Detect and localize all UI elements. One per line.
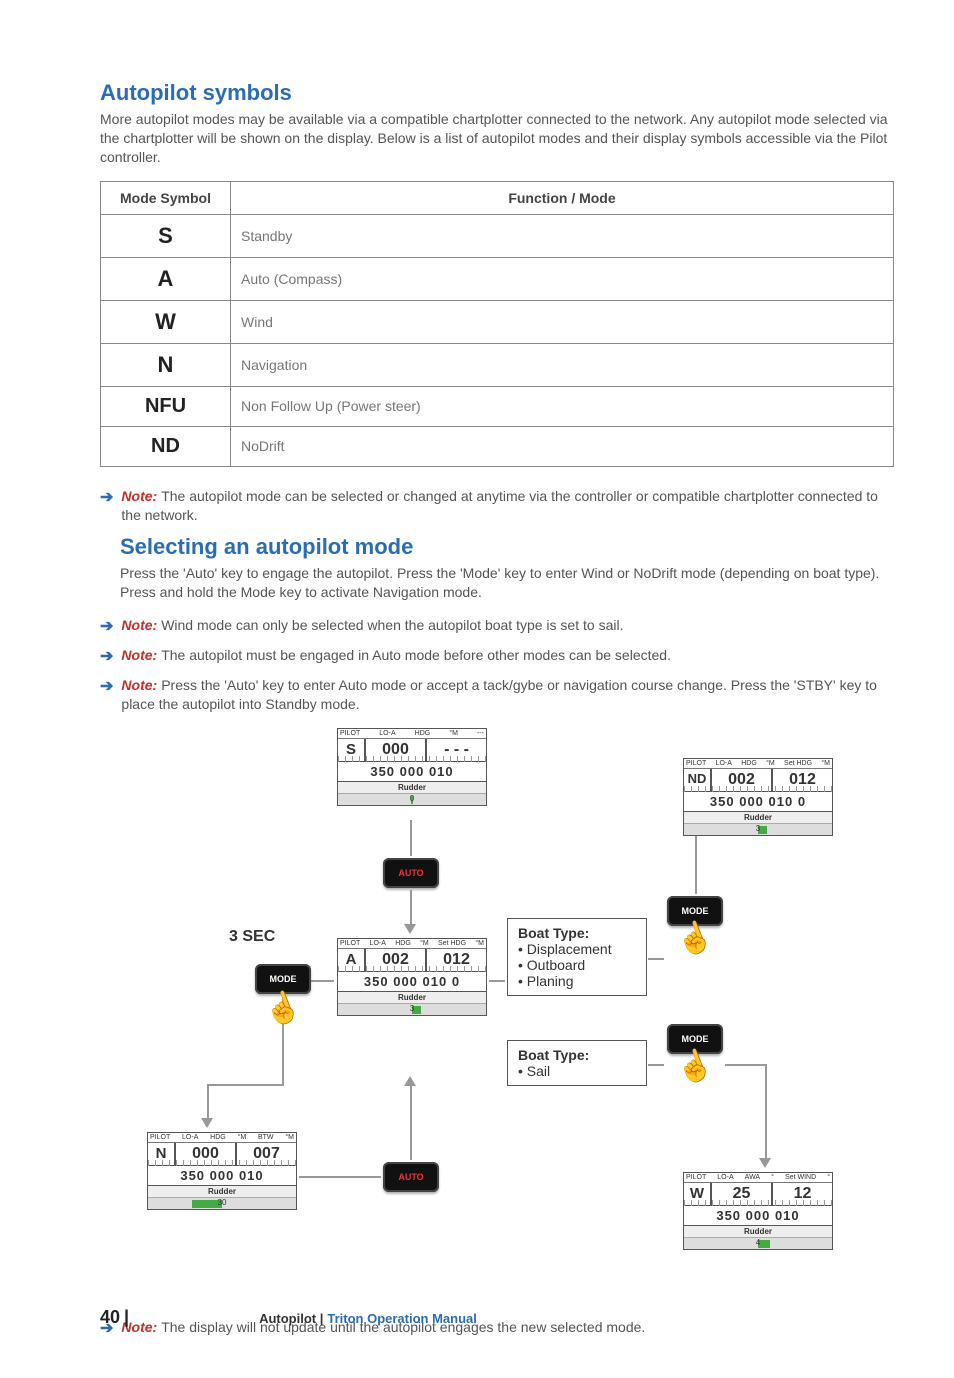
note-4: ➔ Note:Press the 'Auto' key to enter Aut… [100, 676, 894, 714]
heading-autopilot-symbols: Autopilot symbols [100, 80, 894, 106]
panel-auto: PILOTLO-AHDG°MSet HDG°M A 002 012 350 00… [337, 938, 487, 1016]
intro-paragraph: More autopilot modes may be available vi… [100, 110, 894, 167]
table-row: NDNoDrift [101, 426, 894, 466]
mode-symbol-table: Mode Symbol Function / Mode SStandby AAu… [100, 181, 894, 467]
auto-key: AUTO [383, 1162, 439, 1192]
panel-nodrift: PILOTLO-AHDG°MSet HDG°M ND 002 012 350 0… [683, 758, 833, 836]
panel-wind: PILOTLO-AAWA°Set WIND° W 25 12 350 000 0… [683, 1172, 833, 1250]
table-row: WWind [101, 300, 894, 343]
table-row: SStandby [101, 214, 894, 257]
heading-selecting-mode: Selecting an autopilot mode [120, 534, 894, 560]
arrow-icon: ➔ [100, 646, 113, 666]
arrow-icon: ➔ [100, 616, 113, 636]
th-function-mode: Function / Mode [231, 181, 894, 214]
th-mode-symbol: Mode Symbol [101, 181, 231, 214]
boat-type-box-sail: Boat Type: • Sail [507, 1040, 647, 1086]
table-row: NNavigation [101, 343, 894, 386]
arrow-icon: ➔ [100, 487, 113, 507]
note-2: ➔ Note:Wind mode can only be selected wh… [100, 616, 894, 636]
selecting-paragraph: Press the 'Auto' key to engage the autop… [120, 564, 894, 602]
boat-type-box-power: Boat Type: • Displacement • Outboard • P… [507, 918, 647, 996]
table-row: AAuto (Compass) [101, 257, 894, 300]
mode-flow-diagram: PILOTLO-AHDG°M--- S 000 - - - 350 000 01… [147, 728, 847, 1298]
three-sec-label: 3 SEC [229, 928, 275, 946]
panel-navigation: PILOTLO-AHDG°MBTW°M N 000 007 350 000 01… [147, 1132, 297, 1210]
page-number: 40 [100, 1307, 120, 1328]
auto-key: AUTO [383, 858, 439, 888]
table-row: NFUNon Follow Up (Power steer) [101, 386, 894, 426]
note-3: ➔ Note:The autopilot must be engaged in … [100, 646, 894, 666]
page-footer: 40 | Autopilot | Triton Operation Manual [100, 1307, 894, 1328]
arrow-icon: ➔ [100, 676, 113, 696]
panel-standby: PILOTLO-AHDG°M--- S 000 - - - 350 000 01… [337, 728, 487, 806]
note-1: ➔ Note:The autopilot mode can be selecte… [100, 487, 894, 525]
